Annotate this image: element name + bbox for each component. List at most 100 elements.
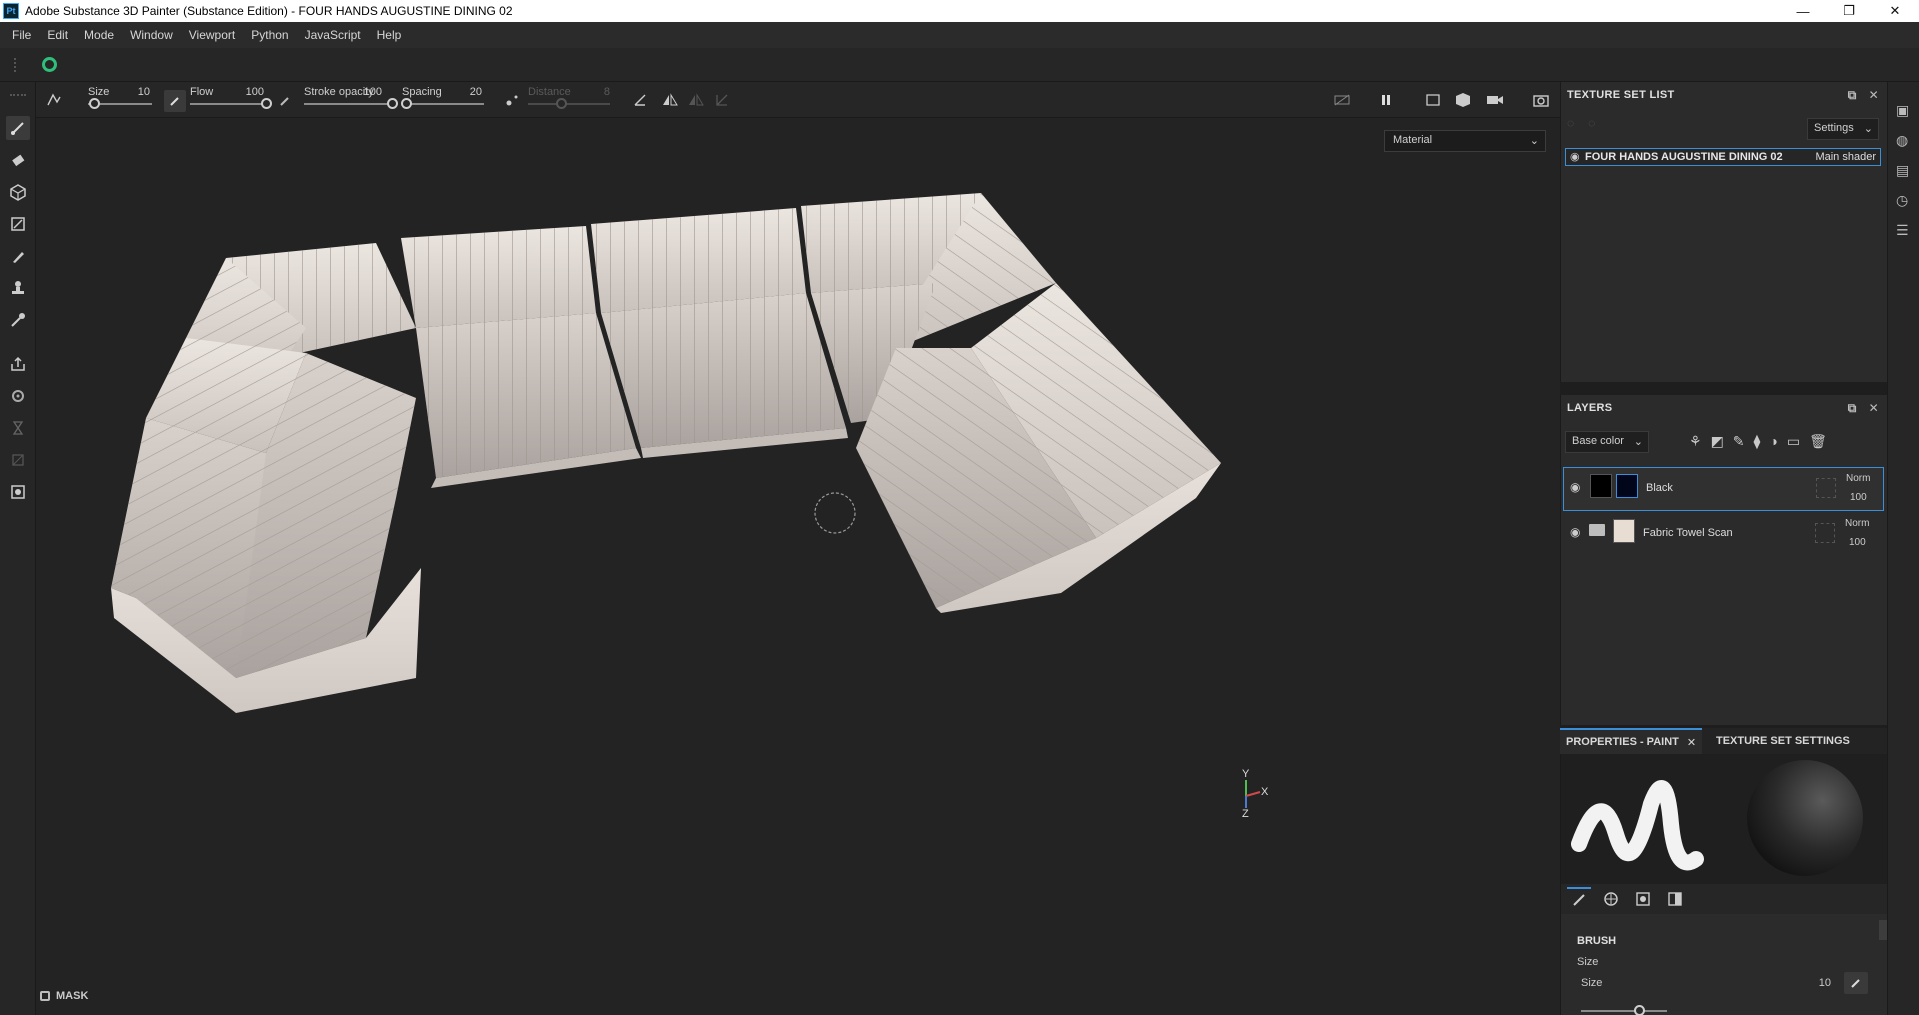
plugin-bar	[0, 48, 1919, 82]
layer-mask-thumbnail[interactable]	[1616, 474, 1638, 498]
sync-status-icon[interactable]	[42, 57, 57, 72]
hide-ui-button[interactable]	[1332, 90, 1352, 110]
menu-python[interactable]: Python	[243, 28, 296, 42]
alignment-button[interactable]	[630, 90, 650, 110]
menu-edit[interactable]: Edit	[39, 28, 76, 42]
properties-scrollbar[interactable]	[1879, 920, 1887, 940]
float-panel-icon[interactable]: ⧉	[1848, 88, 1857, 103]
viewport-display-dropdown[interactable]: Material ⌄	[1384, 130, 1546, 152]
channel-dropdown[interactable]: Base color ⌄	[1565, 431, 1649, 453]
close-tab-icon[interactable]: ✕	[1687, 736, 1696, 749]
symmetry-button[interactable]	[660, 90, 680, 110]
eye-icon[interactable]: ◉	[1570, 150, 1580, 163]
menu-viewport[interactable]: Viewport	[181, 28, 243, 42]
assets-icon[interactable]: ▤	[1896, 162, 1909, 179]
layer-name[interactable]: Black	[1646, 482, 1673, 494]
menu-window[interactable]: Window	[122, 28, 181, 42]
view-mode-3d-button[interactable]	[1452, 90, 1474, 110]
view-mode-2d-button[interactable]	[1422, 90, 1444, 110]
spacing-slider-knob[interactable]	[401, 98, 412, 109]
menu-file[interactable]: File	[4, 28, 39, 42]
pen-pressure-size-button[interactable]	[164, 90, 186, 112]
add-folder-icon[interactable]: ▭	[1787, 433, 1800, 450]
layer-blend-mode[interactable]: Norm	[1845, 518, 1869, 529]
screenshot-button[interactable]	[1530, 90, 1552, 110]
delete-layer-icon[interactable]: 🗑	[1809, 433, 1827, 450]
menu-javascript[interactable]: JavaScript	[297, 28, 369, 42]
brush-preview-area	[1561, 754, 1888, 884]
axis-lines-icon	[1245, 780, 1261, 808]
timer-tool[interactable]	[6, 416, 30, 440]
close-panel-icon[interactable]: ✕	[1869, 88, 1879, 103]
eraser-tool[interactable]	[6, 148, 30, 172]
lazy-mouse-button[interactable]	[502, 90, 522, 110]
render-tool[interactable]	[6, 480, 30, 504]
size-param-slider-knob[interactable]	[1633, 1005, 1645, 1015]
stroke-opacity-slider-knob[interactable]	[387, 98, 398, 109]
texture-set-list-title: TEXTURE SET LIST	[1567, 89, 1675, 101]
add-smart-material-icon[interactable]: ◑	[1769, 433, 1777, 450]
close-panel-icon[interactable]: ✕	[1869, 401, 1879, 416]
menu-mode[interactable]: Mode	[76, 28, 122, 42]
maximize-button[interactable]: ❐	[1827, 0, 1871, 22]
menu-help[interactable]: Help	[369, 28, 410, 42]
3d-viewport[interactable]: Material ⌄ Y X Z MASK	[36, 118, 1560, 1015]
material-sphere-preview[interactable]	[1747, 760, 1863, 876]
stencil-tab-icon[interactable]	[1631, 887, 1655, 911]
layer-opacity[interactable]: 100	[1850, 492, 1867, 503]
layer-name[interactable]: Fabric Towel Scan	[1643, 527, 1733, 539]
drag-handle-icon[interactable]	[14, 58, 16, 72]
clone-tool[interactable]	[6, 276, 30, 300]
spacing-slider-track[interactable]	[406, 103, 484, 105]
display-settings-icon[interactable]: ▣	[1896, 102, 1909, 119]
layer-content-thumbnail[interactable]	[1613, 519, 1635, 543]
settings-tool[interactable]	[6, 384, 30, 408]
show-all-eye-icon[interactable]: ◌	[1588, 116, 1595, 130]
layer-visibility-eye-icon[interactable]: ◉	[1570, 480, 1580, 494]
pen-pressure-flow-button[interactable]	[276, 92, 294, 110]
add-mask-icon[interactable]: ◩	[1711, 433, 1724, 450]
add-fill-layer-icon[interactable]: ⧫	[1754, 433, 1761, 450]
layer-row[interactable]: ◉ Fabric Towel Scan Norm 100	[1563, 513, 1884, 557]
history-icon[interactable]: ◷	[1896, 192, 1908, 209]
flow-slider-track[interactable]	[190, 103, 266, 105]
color-picker-tool[interactable]	[6, 308, 30, 332]
log-icon[interactable]: ☰	[1896, 222, 1909, 239]
texture-set-item[interactable]: ◉ FOUR HANDS AUGUSTINE DINING 02 Main sh…	[1565, 148, 1881, 166]
alpha-tab-icon[interactable]	[1663, 887, 1687, 911]
layer-opacity[interactable]: 100	[1849, 537, 1866, 548]
material-tab-icon[interactable]	[1599, 887, 1623, 911]
layer-opacity-picker[interactable]	[1816, 478, 1836, 498]
layer-content-thumbnail[interactable]	[1590, 474, 1612, 498]
pause-button[interactable]	[1376, 90, 1396, 110]
size-pen-pressure-button[interactable]	[1844, 972, 1868, 994]
shelf-icon[interactable]: ◍	[1896, 132, 1908, 149]
size-slider-knob[interactable]	[89, 98, 101, 109]
brush-presets-button[interactable]	[44, 90, 64, 110]
bake-export-tool[interactable]	[6, 352, 30, 376]
layer-row[interactable]: ◉ Black Norm 100	[1563, 467, 1884, 511]
layer-opacity-picker[interactable]	[1815, 523, 1835, 543]
geometry-mask-tool[interactable]	[6, 212, 30, 236]
layer-blend-mode[interactable]: Norm	[1846, 473, 1870, 484]
add-paint-layer-icon[interactable]: ✎	[1733, 433, 1745, 450]
float-panel-icon[interactable]: ⧉	[1848, 401, 1857, 416]
minimize-button[interactable]: —	[1781, 0, 1825, 22]
stroke-opacity-slider-track[interactable]	[304, 103, 392, 105]
tab-properties-paint[interactable]: PROPERTIES - PAINT ✕	[1560, 728, 1703, 754]
flow-slider-knob[interactable]	[261, 98, 272, 109]
paint-brush-tool[interactable]	[6, 116, 30, 140]
texture-set-settings-dropdown[interactable]: Settings ⌄	[1807, 118, 1879, 140]
size-param-slider-track[interactable]	[1581, 1010, 1667, 1012]
mask-status[interactable]: MASK	[40, 990, 88, 1002]
add-effect-icon[interactable]: ⚘	[1689, 433, 1702, 450]
tab-texture-set-settings[interactable]: TEXTURE SET SETTINGS	[1710, 728, 1856, 754]
projection-tool[interactable]	[6, 180, 30, 204]
brush-tab-icon[interactable]	[1567, 887, 1591, 911]
hide-all-eye-icon[interactable]: ◌	[1567, 116, 1574, 130]
close-window-button[interactable]: ✕	[1873, 0, 1917, 22]
smudge-tool[interactable]	[6, 244, 30, 268]
camera-button[interactable]	[1484, 90, 1506, 110]
texture-set-shader[interactable]: Main shader	[1815, 151, 1876, 163]
layer-visibility-eye-icon[interactable]: ◉	[1570, 525, 1580, 539]
